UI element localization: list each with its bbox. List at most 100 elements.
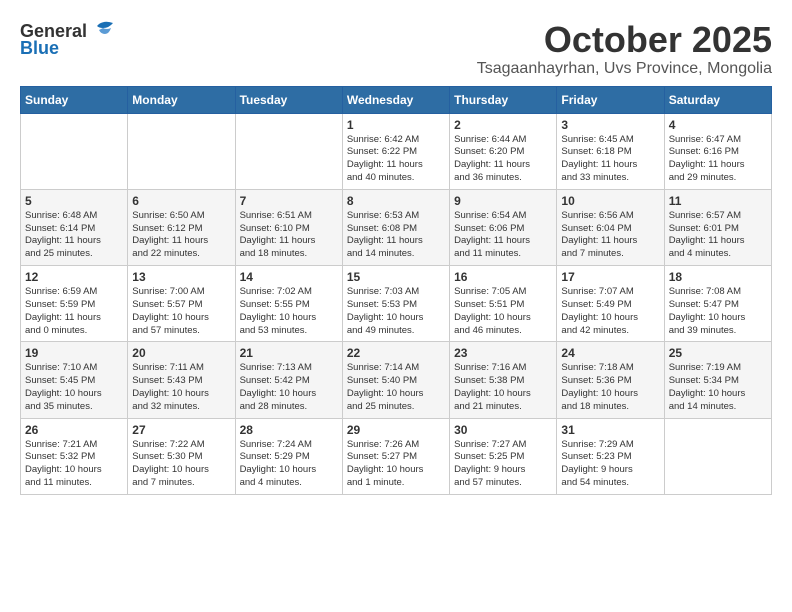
calendar-table: SundayMondayTuesdayWednesdayThursdayFrid…	[20, 86, 772, 495]
day-number: 16	[454, 270, 552, 284]
cell-daylight-info: Sunrise: 6:47 AM Sunset: 6:16 PM Dayligh…	[669, 134, 767, 185]
day-number: 13	[132, 270, 230, 284]
cell-daylight-info: Sunrise: 7:18 AM Sunset: 5:36 PM Dayligh…	[561, 362, 659, 413]
calendar-cell	[128, 113, 235, 189]
day-number: 25	[669, 346, 767, 360]
day-of-week-header: Sunday	[21, 86, 128, 113]
day-number: 29	[347, 423, 445, 437]
calendar-cell: 6 Sunrise: 6:50 AM Sunset: 6:12 PM Daylig…	[128, 189, 235, 265]
calendar-cell: 17 Sunrise: 7:07 AM Sunset: 5:49 PM Dayli…	[557, 266, 664, 342]
calendar-cell: 27 Sunrise: 7:22 AM Sunset: 5:30 PM Dayli…	[128, 418, 235, 494]
day-number: 23	[454, 346, 552, 360]
cell-daylight-info: Sunrise: 7:22 AM Sunset: 5:30 PM Dayligh…	[132, 439, 230, 490]
day-number: 22	[347, 346, 445, 360]
cell-daylight-info: Sunrise: 6:44 AM Sunset: 6:20 PM Dayligh…	[454, 134, 552, 185]
calendar-cell: 5Sunrise: 6:48 AM Sunset: 6:14 PM Daylig…	[21, 189, 128, 265]
calendar-cell: 20 Sunrise: 7:11 AM Sunset: 5:43 PM Dayli…	[128, 342, 235, 418]
cell-daylight-info: Sunrise: 7:19 AM Sunset: 5:34 PM Dayligh…	[669, 362, 767, 413]
calendar-cell: 21 Sunrise: 7:13 AM Sunset: 5:42 PM Dayli…	[235, 342, 342, 418]
day-of-week-header: Monday	[128, 86, 235, 113]
day-number: 14	[240, 270, 338, 284]
cell-daylight-info: Sunrise: 6:57 AM Sunset: 6:01 PM Dayligh…	[669, 210, 767, 261]
title-area: October 2025 Tsagaanhayrhan, Uvs Provinc…	[477, 20, 772, 78]
day-of-week-header: Wednesday	[342, 86, 449, 113]
calendar-cell: 13Sunrise: 7:00 AM Sunset: 5:57 PM Dayli…	[128, 266, 235, 342]
cell-daylight-info: Sunrise: 7:02 AM Sunset: 5:55 PM Dayligh…	[240, 286, 338, 337]
calendar-cell: 22 Sunrise: 7:14 AM Sunset: 5:40 PM Dayli…	[342, 342, 449, 418]
cell-daylight-info: Sunrise: 6:56 AM Sunset: 6:04 PM Dayligh…	[561, 210, 659, 261]
day-number: 20	[132, 346, 230, 360]
day-number: 1	[347, 118, 445, 132]
day-number: 3	[561, 118, 659, 132]
calendar-cell: 3 Sunrise: 6:45 AM Sunset: 6:18 PM Daylig…	[557, 113, 664, 189]
calendar-cell: 16 Sunrise: 7:05 AM Sunset: 5:51 PM Dayli…	[450, 266, 557, 342]
calendar-week-row: 1 Sunrise: 6:42 AM Sunset: 6:22 PM Daylig…	[21, 113, 772, 189]
logo: General Blue	[20, 20, 117, 59]
cell-daylight-info: Sunrise: 7:29 AM Sunset: 5:23 PM Dayligh…	[561, 439, 659, 490]
cell-daylight-info: Sunrise: 7:16 AM Sunset: 5:38 PM Dayligh…	[454, 362, 552, 413]
calendar-cell	[235, 113, 342, 189]
page-header: General Blue October 2025 Tsagaanhayrhan…	[20, 20, 772, 78]
day-number: 24	[561, 346, 659, 360]
day-of-week-header: Friday	[557, 86, 664, 113]
cell-daylight-info: Sunrise: 7:26 AM Sunset: 5:27 PM Dayligh…	[347, 439, 445, 490]
calendar-cell: 10 Sunrise: 6:56 AM Sunset: 6:04 PM Dayli…	[557, 189, 664, 265]
day-of-week-header: Saturday	[664, 86, 771, 113]
cell-daylight-info: Sunrise: 6:42 AM Sunset: 6:22 PM Dayligh…	[347, 134, 445, 185]
cell-daylight-info: Sunrise: 7:08 AM Sunset: 5:47 PM Dayligh…	[669, 286, 767, 337]
cell-daylight-info: Sunrise: 7:14 AM Sunset: 5:40 PM Dayligh…	[347, 362, 445, 413]
calendar-week-row: 12 Sunrise: 6:59 AM Sunset: 5:59 PM Dayli…	[21, 266, 772, 342]
calendar-cell: 4 Sunrise: 6:47 AM Sunset: 6:16 PM Daylig…	[664, 113, 771, 189]
cell-daylight-info: Sunrise: 7:10 AM Sunset: 5:45 PM Dayligh…	[25, 362, 123, 413]
location-subtitle: Tsagaanhayrhan, Uvs Province, Mongolia	[477, 60, 772, 78]
calendar-cell: 12 Sunrise: 6:59 AM Sunset: 5:59 PM Dayli…	[21, 266, 128, 342]
day-number: 17	[561, 270, 659, 284]
cell-daylight-info: Sunrise: 7:21 AM Sunset: 5:32 PM Dayligh…	[25, 439, 123, 490]
day-number: 9	[454, 194, 552, 208]
calendar-cell: 28Sunrise: 7:24 AM Sunset: 5:29 PM Dayli…	[235, 418, 342, 494]
cell-daylight-info: Sunrise: 6:53 AM Sunset: 6:08 PM Dayligh…	[347, 210, 445, 261]
calendar-cell: 2 Sunrise: 6:44 AM Sunset: 6:20 PM Daylig…	[450, 113, 557, 189]
cell-daylight-info: Sunrise: 7:07 AM Sunset: 5:49 PM Dayligh…	[561, 286, 659, 337]
day-number: 27	[132, 423, 230, 437]
calendar-cell: 29 Sunrise: 7:26 AM Sunset: 5:27 PM Dayli…	[342, 418, 449, 494]
calendar-cell: 15Sunrise: 7:03 AM Sunset: 5:53 PM Dayli…	[342, 266, 449, 342]
day-number: 4	[669, 118, 767, 132]
calendar-cell: 1 Sunrise: 6:42 AM Sunset: 6:22 PM Daylig…	[342, 113, 449, 189]
day-number: 2	[454, 118, 552, 132]
day-number: 26	[25, 423, 123, 437]
calendar-cell: 7Sunrise: 6:51 AM Sunset: 6:10 PM Daylig…	[235, 189, 342, 265]
day-number: 10	[561, 194, 659, 208]
calendar-cell: 23 Sunrise: 7:16 AM Sunset: 5:38 PM Dayli…	[450, 342, 557, 418]
day-number: 12	[25, 270, 123, 284]
calendar-week-row: 19Sunrise: 7:10 AM Sunset: 5:45 PM Dayli…	[21, 342, 772, 418]
cell-daylight-info: Sunrise: 6:59 AM Sunset: 5:59 PM Dayligh…	[25, 286, 123, 337]
calendar-cell: 14 Sunrise: 7:02 AM Sunset: 5:55 PM Dayli…	[235, 266, 342, 342]
day-of-week-header: Thursday	[450, 86, 557, 113]
cell-daylight-info: Sunrise: 7:11 AM Sunset: 5:43 PM Dayligh…	[132, 362, 230, 413]
calendar-header-row: SundayMondayTuesdayWednesdayThursdayFrid…	[21, 86, 772, 113]
day-number: 15	[347, 270, 445, 284]
cell-daylight-info: Sunrise: 6:45 AM Sunset: 6:18 PM Dayligh…	[561, 134, 659, 185]
day-number: 8	[347, 194, 445, 208]
day-of-week-header: Tuesday	[235, 86, 342, 113]
calendar-cell: 25 Sunrise: 7:19 AM Sunset: 5:34 PM Dayli…	[664, 342, 771, 418]
day-number: 21	[240, 346, 338, 360]
calendar-cell: 9 Sunrise: 6:54 AM Sunset: 6:06 PM Daylig…	[450, 189, 557, 265]
cell-daylight-info: Sunrise: 6:54 AM Sunset: 6:06 PM Dayligh…	[454, 210, 552, 261]
calendar-week-row: 26 Sunrise: 7:21 AM Sunset: 5:32 PM Dayli…	[21, 418, 772, 494]
month-year-title: October 2025	[477, 20, 772, 60]
cell-daylight-info: Sunrise: 7:13 AM Sunset: 5:42 PM Dayligh…	[240, 362, 338, 413]
calendar-cell: 19Sunrise: 7:10 AM Sunset: 5:45 PM Dayli…	[21, 342, 128, 418]
day-number: 6	[132, 194, 230, 208]
calendar-cell: 8 Sunrise: 6:53 AM Sunset: 6:08 PM Daylig…	[342, 189, 449, 265]
day-number: 7	[240, 194, 338, 208]
calendar-cell	[664, 418, 771, 494]
calendar-cell: 11Sunrise: 6:57 AM Sunset: 6:01 PM Dayli…	[664, 189, 771, 265]
calendar-cell: 26 Sunrise: 7:21 AM Sunset: 5:32 PM Dayli…	[21, 418, 128, 494]
calendar-cell: 31Sunrise: 7:29 AM Sunset: 5:23 PM Dayli…	[557, 418, 664, 494]
cell-daylight-info: Sunrise: 6:50 AM Sunset: 6:12 PM Dayligh…	[132, 210, 230, 261]
day-number: 18	[669, 270, 767, 284]
calendar-cell: 24 Sunrise: 7:18 AM Sunset: 5:36 PM Dayli…	[557, 342, 664, 418]
cell-daylight-info: Sunrise: 7:05 AM Sunset: 5:51 PM Dayligh…	[454, 286, 552, 337]
